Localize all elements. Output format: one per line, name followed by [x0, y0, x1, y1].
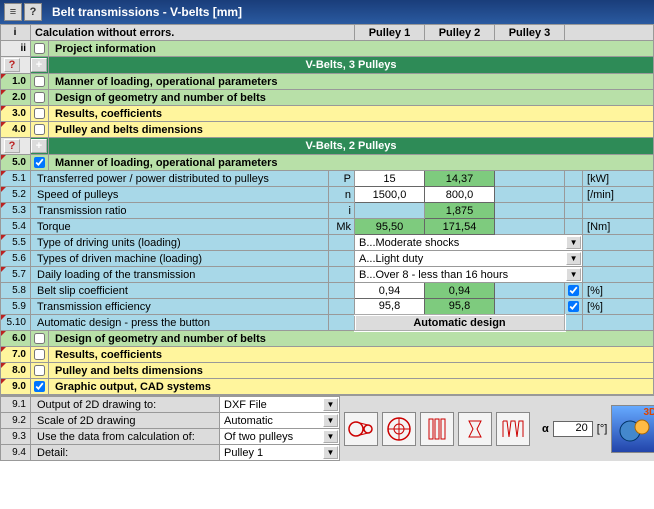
row-5-4: 5.4 Torque Mk 95,50 171,54 [Nm] — [1, 219, 654, 235]
input-speed-p2[interactable]: 800,0 — [425, 187, 495, 203]
project-info-checkbox[interactable] — [34, 43, 45, 54]
main-grid: i Calculation without errors. Pulley 1 P… — [0, 24, 654, 395]
row-5-9: 5.9 Transmission efficiency 95,8 95,8 [%… — [1, 299, 654, 315]
checkbox-3-0[interactable] — [34, 108, 45, 119]
expand-button[interactable]: + — [31, 58, 47, 72]
chevron-down-icon[interactable]: ▼ — [566, 252, 581, 265]
status-text: Calculation without errors. — [31, 25, 355, 41]
project-info-row[interactable]: ii Project information — [1, 41, 654, 57]
checkbox-1-0[interactable] — [34, 76, 45, 87]
pulley2-header: Pulley 2 — [425, 25, 495, 41]
select-driven-machine[interactable]: A...Light duty▼ — [355, 251, 583, 267]
expand-button[interactable]: + — [31, 139, 47, 153]
chevron-down-icon[interactable]: ▼ — [323, 446, 338, 459]
input-speed-p1[interactable]: 1500,0 — [355, 187, 425, 203]
checkbox-9-0[interactable] — [34, 381, 45, 392]
window-title: Belt transmissions - V-belts [mm] — [52, 5, 242, 19]
row-8-0[interactable]: 8.0 Pulley and belts dimensions — [1, 363, 654, 379]
cad-pulley-front-icon[interactable] — [382, 412, 416, 446]
select-detail[interactable]: Pulley 1▼ — [220, 445, 340, 461]
value-ratio: 1,875 — [425, 203, 495, 219]
row-5-1: 5.1 Transferred power / power distribute… — [1, 171, 654, 187]
select-scale[interactable]: Automatic▼ — [220, 413, 340, 429]
checkbox-8-0[interactable] — [34, 365, 45, 376]
help-button[interactable]: ? — [4, 139, 20, 153]
input-power-p1[interactable]: 15 — [355, 171, 425, 187]
alpha-input-group: α 20 [°] — [542, 421, 607, 437]
input-eff-p1[interactable]: 95,8 — [355, 299, 425, 315]
row-7-0[interactable]: 7.0 Results, coefficients — [1, 347, 654, 363]
chevron-down-icon[interactable]: ▼ — [323, 414, 338, 427]
row-5-10: 5.10 Automatic design - press the button… — [1, 315, 654, 331]
checkbox-6-0[interactable] — [34, 333, 45, 344]
checkbox-slip[interactable] — [568, 285, 579, 296]
cad-section-icon[interactable] — [458, 412, 492, 446]
select-output[interactable]: DXF File▼ — [220, 397, 340, 413]
row-1-0[interactable]: 1.0 Manner of loading, operational param… — [1, 74, 654, 90]
input-slip-p1[interactable]: 0,94 — [355, 283, 425, 299]
chevron-down-icon[interactable]: ▼ — [566, 236, 581, 249]
help-icon[interactable]: ? — [24, 3, 42, 21]
automatic-design-button[interactable]: Automatic design — [355, 315, 565, 331]
cad-pulley-side-icon[interactable] — [420, 412, 454, 446]
select-calc-data[interactable]: Of two pulleys▼ — [220, 429, 340, 445]
row-5-5: 5.5 Type of driving units (loading) B...… — [1, 235, 654, 251]
cad-assy-icon[interactable] — [344, 412, 378, 446]
section-3pulleys: ? + V-Belts, 3 Pulleys — [1, 57, 654, 74]
value-power-p2: 14,37 — [425, 171, 495, 187]
row-9-0[interactable]: 9.0 Graphic output, CAD systems — [1, 379, 654, 395]
row-2-0[interactable]: 2.0 Design of geometry and number of bel… — [1, 90, 654, 106]
row-5-6: 5.6 Types of driven machine (loading) A.… — [1, 251, 654, 267]
checkbox-2-0[interactable] — [34, 92, 45, 103]
gear-3d-icon[interactable]: 3D — [611, 405, 654, 453]
value-eff-p2: 95,8 — [425, 299, 495, 315]
row-5-7: 5.7 Daily loading of the transmission B.… — [1, 267, 654, 283]
chevron-down-icon[interactable]: ▼ — [323, 430, 338, 443]
row-5-8: 5.8 Belt slip coefficient 0,94 0,94 [%] — [1, 283, 654, 299]
checkbox-7-0[interactable] — [34, 349, 45, 360]
checkbox-4-0[interactable] — [34, 124, 45, 135]
row-5-2: 5.2 Speed of pulleys n 1500,0 800,0 [/mi… — [1, 187, 654, 203]
menu-icon[interactable]: ≡ — [4, 3, 22, 21]
alpha-input[interactable]: 20 — [553, 421, 593, 437]
help-button[interactable]: ? — [4, 58, 20, 72]
row-4-0[interactable]: 4.0 Pulley and belts dimensions — [1, 122, 654, 138]
section-2pulleys: ? + V-Belts, 2 Pulleys — [1, 138, 654, 155]
select-driving-units[interactable]: B...Moderate shocks▼ — [355, 235, 583, 251]
value-torque-p2: 171,54 — [425, 219, 495, 235]
row-5-0[interactable]: 5.0 Manner of loading, operational param… — [1, 155, 654, 171]
row-3-0[interactable]: 3.0 Results, coefficients — [1, 106, 654, 122]
chevron-down-icon[interactable]: ▼ — [323, 398, 338, 411]
pulley3-header: Pulley 3 — [495, 25, 565, 41]
row-6-0[interactable]: 6.0 Design of geometry and number of bel… — [1, 331, 654, 347]
cad-bar: 9.1 Output of 2D drawing to: DXF File▼ 9… — [0, 395, 654, 461]
titlebar: ≡ ? Belt transmissions - V-belts [mm] — [0, 0, 654, 24]
checkbox-5-0[interactable] — [34, 157, 45, 168]
cad-groove-icon[interactable] — [496, 412, 530, 446]
header-row: i Calculation without errors. Pulley 1 P… — [1, 25, 654, 41]
value-slip-p2: 0,94 — [425, 283, 495, 299]
pulley1-header: Pulley 1 — [355, 25, 425, 41]
select-daily-loading[interactable]: B...Over 8 - less than 16 hours▼ — [355, 267, 583, 283]
checkbox-eff[interactable] — [568, 301, 579, 312]
value-torque-p1: 95,50 — [355, 219, 425, 235]
chevron-down-icon[interactable]: ▼ — [566, 268, 581, 281]
row-5-3: 5.3 Transmission ratio i 1,875 — [1, 203, 654, 219]
